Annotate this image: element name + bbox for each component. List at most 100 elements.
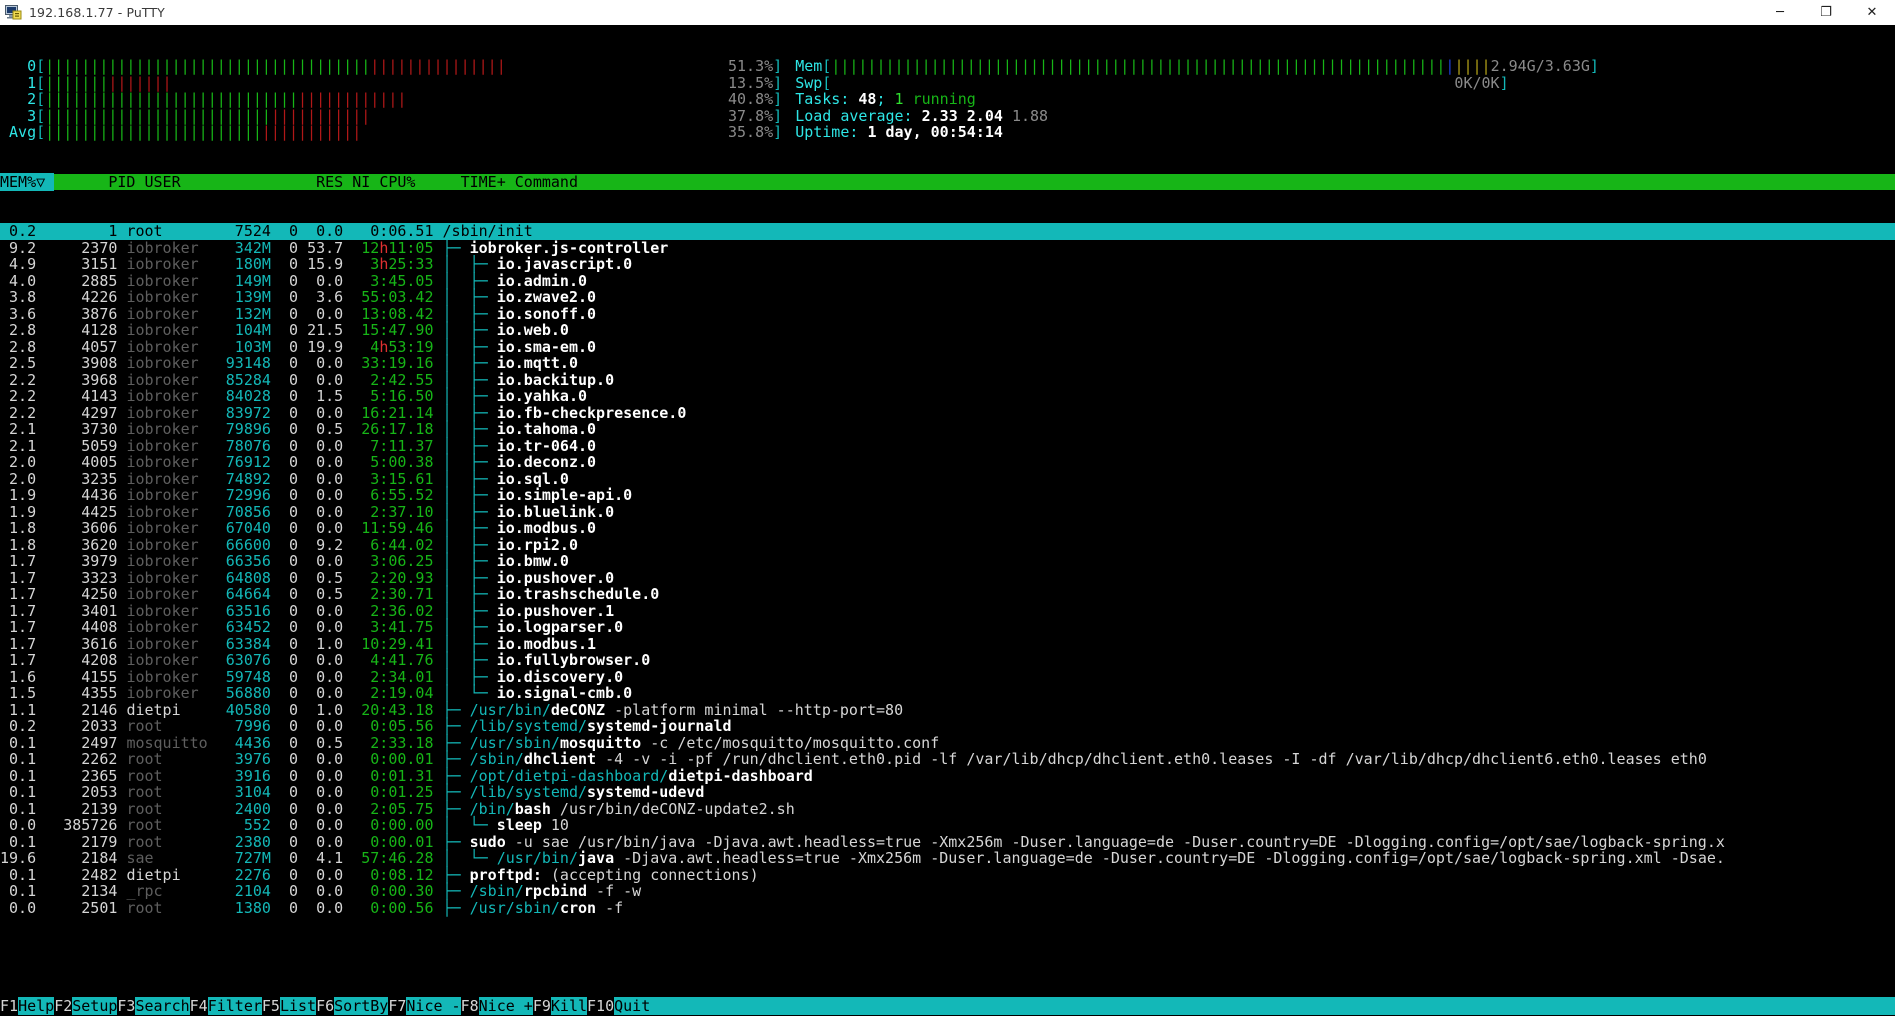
process-tree-branch: │ ├─ (442, 271, 497, 290)
process-user: iobroker (126, 271, 217, 290)
process-row[interactable]: 0.1 2179 root 2380 0 0.0 0:00.01 ├─ sudo… (0, 832, 1895, 851)
function-key-label-sortby[interactable]: SortBy (334, 997, 389, 1015)
process-row[interactable]: 1.9 4425 iobroker 70856 0 0.0 2:37.10 │ … (0, 503, 1895, 521)
process-row[interactable]: 0.1 2497 mosquitto 4436 0 0.5 2:33.18 ├─… (0, 734, 1895, 752)
process-res: 2104 (216, 882, 280, 900)
process-time: 55:03.42 (352, 288, 433, 306)
process-tree-branch: │ ├─ (442, 634, 497, 653)
process-row[interactable]: 0.1 2134 _rpc 2104 0 0.0 0:00.30 ├─ /sbi… (0, 883, 1895, 900)
process-cpu-pct: 0.0 (307, 799, 353, 818)
process-row[interactable]: 1.7 4250 iobroker 64664 0 0.5 2:30.71 │ … (0, 586, 1895, 603)
process-row[interactable]: 2.8 4128 iobroker 104M 0 21.5 15:47.90 │… (0, 322, 1895, 339)
process-cpu-pct: 9.2 (307, 535, 353, 554)
function-key-label-filter[interactable]: Filter (207, 997, 262, 1015)
process-pid: 4155 (54, 667, 127, 686)
process-row[interactable]: 4.9 3151 iobroker 180M 0 15.9 3h25:33 │ … (0, 256, 1895, 273)
process-row[interactable]: 1.8 3620 iobroker 66600 0 9.2 6:44.02 │ … (0, 535, 1895, 554)
function-key-label-nice-[interactable]: Nice + (478, 997, 533, 1015)
process-row[interactable]: 1.7 3401 iobroker 63516 0 0.0 2:36.02 │ … (0, 601, 1895, 620)
process-list[interactable]: 0.2 1 root 7524 0 0.0 0:06.51 /sbin/init… (0, 223, 1895, 916)
column-header-user[interactable]: USER (145, 173, 290, 191)
process-table-header[interactable]: MEM%▽ PID USER RES NI CPU% TIME+ Command (0, 172, 1895, 191)
process-row[interactable]: 0.1 2365 root 3916 0 0.0 0:01.31 ├─ /opt… (0, 767, 1895, 785)
process-row[interactable]: 1.7 4208 iobroker 63076 0 0.0 4:41.76 │ … (0, 652, 1895, 669)
function-key-f10[interactable]: F10 (587, 997, 615, 1015)
process-user: iobroker (126, 453, 217, 471)
column-header-cpu[interactable]: CPU% (379, 173, 424, 191)
process-time-value: 10:29.41 (352, 634, 434, 653)
process-row[interactable]: 2.2 3968 iobroker 85284 0 0.0 2:42.55 │ … (0, 371, 1895, 389)
process-command-path: /lib/systemd/ (469, 783, 588, 801)
process-mem-pct: 1.8 (0, 519, 55, 537)
tasks-running-count: 1 (894, 90, 904, 108)
process-table-header-row[interactable]: MEM%▽ PID USER RES NI CPU% TIME+ Command (0, 172, 1895, 191)
process-row[interactable]: 0.0 2501 root 1380 0 0.0 0:00.56 ├─ /usr… (0, 899, 1895, 917)
process-time: 3:06.25 (352, 552, 433, 570)
process-row[interactable]: 1.5 4355 iobroker 56880 0 0.0 2:19.04 │ … (0, 685, 1895, 702)
process-row[interactable]: 2.5 3908 iobroker 93148 0 0.0 33:19.16 │… (0, 355, 1895, 372)
process-row[interactable]: 9.2 2370 iobroker 342M 0 53.7 12h11:05 ├… (0, 239, 1895, 257)
process-row[interactable]: 19.6 2184 sae 727M 0 4.1 57:46.28 │ └─ /… (0, 850, 1895, 867)
close-button[interactable]: ✕ (1849, 0, 1895, 25)
process-row[interactable]: 2.1 5059 iobroker 78076 0 0.0 7:11.37 │ … (0, 437, 1895, 455)
function-key-f9[interactable]: F9 (532, 997, 551, 1015)
function-key-f4[interactable]: F4 (189, 997, 208, 1015)
function-key-f3[interactable]: F3 (117, 997, 136, 1015)
column-header-command[interactable]: Command (515, 173, 1599, 191)
process-row[interactable]: 2.0 4005 iobroker 76912 0 0.0 5:00.38 │ … (0, 454, 1895, 471)
function-key-label-setup[interactable]: Setup (72, 997, 118, 1015)
process-row[interactable]: 4.0 2885 iobroker 149M 0 0.0 3:45.05 │ ├… (0, 271, 1895, 290)
process-row[interactable]: 1.7 3616 iobroker 63384 0 1.0 10:29.41 │… (0, 634, 1895, 653)
function-key-label-kill[interactable]: Kill (550, 997, 588, 1015)
function-key-f1[interactable]: F1 (0, 997, 19, 1015)
process-time-value: 3:15.61 (352, 469, 434, 488)
process-row[interactable]: 2.0 3235 iobroker 74892 0 0.0 3:15.61 │ … (0, 469, 1895, 488)
maximize-button[interactable]: ❐ (1803, 0, 1849, 25)
process-row[interactable]: 3.8 4226 iobroker 139M 0 3.6 55:03.42 │ … (0, 289, 1895, 306)
column-header-res[interactable]: RES (289, 173, 352, 191)
function-key-f7[interactable]: F7 (388, 997, 407, 1015)
process-row[interactable]: 3.6 3876 iobroker 132M 0 0.0 13:08.42 │ … (0, 305, 1895, 323)
process-row[interactable]: 1.6 4155 iobroker 59748 0 0.0 2:34.01 │ … (0, 667, 1895, 686)
column-header-ni[interactable]: NI (352, 173, 379, 191)
function-key-f8[interactable]: F8 (460, 997, 479, 1015)
process-row[interactable]: 0.2 1 root 7524 0 0.0 0:06.51 /sbin/init (0, 223, 1895, 240)
process-time-rest: 25:33 (388, 255, 434, 273)
process-row[interactable]: 1.9 4436 iobroker 72996 0 0.0 6:55.52 │ … (0, 487, 1895, 504)
process-tree-branch: ├─ (442, 799, 470, 818)
process-row[interactable]: 1.1 2146 dietpi 40580 0 1.0 20:43.18 ├─ … (0, 701, 1895, 719)
process-row[interactable]: 1.8 3606 iobroker 67040 0 0.0 11:59.46 │… (0, 520, 1895, 537)
column-header-mem-sorted[interactable]: MEM%▽ (0, 172, 55, 191)
function-key-label-help[interactable]: Help (18, 997, 55, 1015)
process-row[interactable]: 0.1 2139 root 2400 0 0.0 2:05.75 ├─ /bin… (0, 799, 1895, 818)
process-row[interactable]: 0.1 2262 root 3976 0 0.0 0:00.01 ├─ /sbi… (0, 751, 1895, 768)
function-key-label-search[interactable]: Search (135, 997, 190, 1015)
process-row[interactable]: 1.7 3323 iobroker 64808 0 0.5 2:20.93 │ … (0, 569, 1895, 587)
column-header-pid[interactable]: PID (54, 173, 144, 191)
function-key-f6[interactable]: F6 (316, 997, 335, 1015)
minimize-button[interactable]: ─ (1757, 0, 1803, 25)
function-key-f2[interactable]: F2 (54, 997, 73, 1015)
terminal-screen[interactable]: 0[||||||||||||||||||||||||||||||||||||||… (0, 25, 1895, 1016)
process-row[interactable]: 1.7 3979 iobroker 66356 0 0.0 3:06.25 │ … (0, 553, 1895, 570)
process-command-name: io.bmw.0 (496, 552, 569, 570)
function-key-label-nice-[interactable]: Nice - (406, 997, 461, 1015)
process-row[interactable]: 2.2 4143 iobroker 84028 0 1.5 5:16.50 │ … (0, 388, 1895, 405)
process-row[interactable]: 0.2 2033 root 7996 0 0.0 0:05.56 ├─ /lib… (0, 718, 1895, 735)
process-row[interactable]: 2.1 3730 iobroker 79896 0 0.5 26:17.18 │… (0, 421, 1895, 438)
process-cpu-pct: 0.0 (307, 601, 353, 620)
process-res: 2380 (216, 832, 280, 851)
function-key-label-quit[interactable]: Quit (614, 997, 651, 1015)
process-row[interactable]: 0.1 2053 root 3104 0 0.0 0:01.25 ├─ /lib… (0, 784, 1895, 801)
process-pid: 4226 (54, 288, 127, 306)
process-row[interactable]: 0.1 2482 dietpi 2276 0 0.0 0:08.12 ├─ pr… (0, 866, 1895, 884)
process-time: 0:00.01 (352, 750, 433, 768)
process-row[interactable]: 2.2 4297 iobroker 83972 0 0.0 16:21.14 │… (0, 404, 1895, 422)
function-key-label-list[interactable]: List (279, 997, 317, 1015)
process-row[interactable]: 0.0 385726 root 552 0 0.0 0:00.00 │ └─ s… (0, 817, 1895, 834)
function-key-bar[interactable]: F1HelpF2SetupF3SearchF4FilterF5ListF6Sor… (0, 997, 1895, 1016)
process-row[interactable]: 2.8 4057 iobroker 103M 0 19.9 4h53:19 │ … (0, 338, 1895, 356)
process-row[interactable]: 1.7 4408 iobroker 63452 0 0.0 3:41.75 │ … (0, 619, 1895, 636)
column-header-time[interactable]: TIME+ (424, 173, 514, 191)
function-key-f5[interactable]: F5 (261, 997, 280, 1015)
